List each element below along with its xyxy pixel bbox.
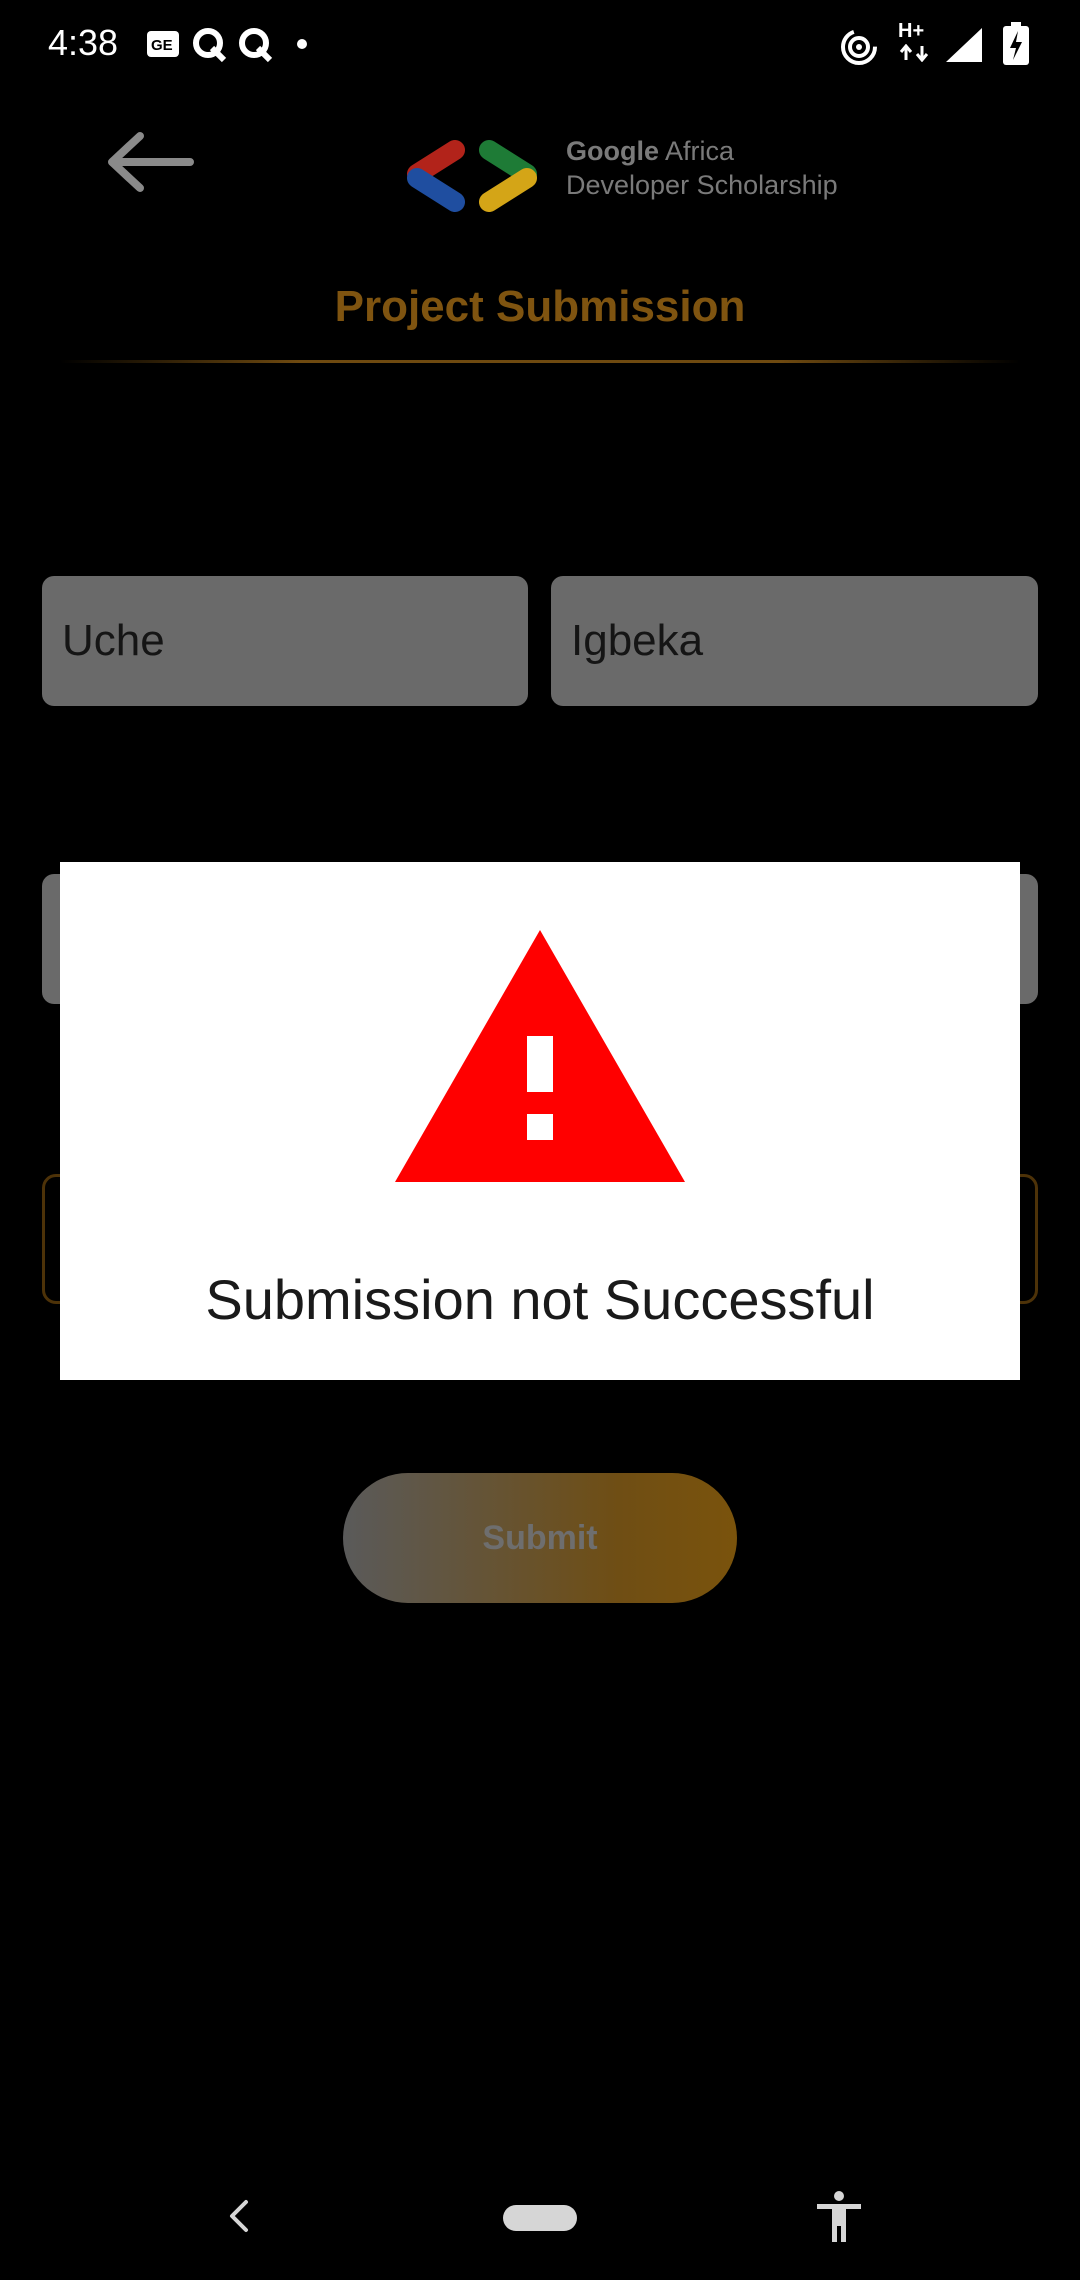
dialog-message: Submission not Successful <box>205 1268 875 1331</box>
q-icon <box>239 28 273 63</box>
data-arrows-icon <box>899 44 929 62</box>
status-time: 4:38 <box>48 22 119 63</box>
signal-icon <box>946 28 982 62</box>
first-name-input[interactable]: Uche <box>42 576 528 706</box>
svg-text:GE: GE <box>151 37 173 54</box>
back-arrow-icon[interactable] <box>100 122 200 202</box>
title-divider <box>60 360 1020 363</box>
developer-scholarship-logo-icon <box>407 140 537 212</box>
submit-button[interactable]: Submit <box>343 1473 737 1603</box>
page-title: Project Submission <box>334 282 746 331</box>
warning-icon <box>395 930 685 1182</box>
logo-africa-text: Africa <box>665 136 735 166</box>
hotspot-icon <box>841 29 877 65</box>
dot-icon <box>297 39 307 49</box>
news-icon: GE <box>147 31 179 57</box>
accessibility-icon[interactable] <box>814 2190 864 2244</box>
battery-charging-icon <box>1003 22 1029 65</box>
back-chevron-icon[interactable] <box>224 2196 254 2236</box>
home-pill-icon[interactable] <box>503 2205 577 2231</box>
q-icon <box>193 28 227 63</box>
network-type-label: H+ <box>898 20 925 42</box>
logo-google-text: Google <box>566 136 659 166</box>
status-bar: 4:38 GE H+ <box>0 0 1080 92</box>
error-dialog[interactable]: Submission not Successful <box>60 862 1020 1380</box>
logo-scholarship-text: Developer Scholarship <box>566 170 838 200</box>
logo-text: Google Africa Developer Scholarship <box>566 134 838 202</box>
last-name-input[interactable]: Igbeka <box>551 576 1038 706</box>
